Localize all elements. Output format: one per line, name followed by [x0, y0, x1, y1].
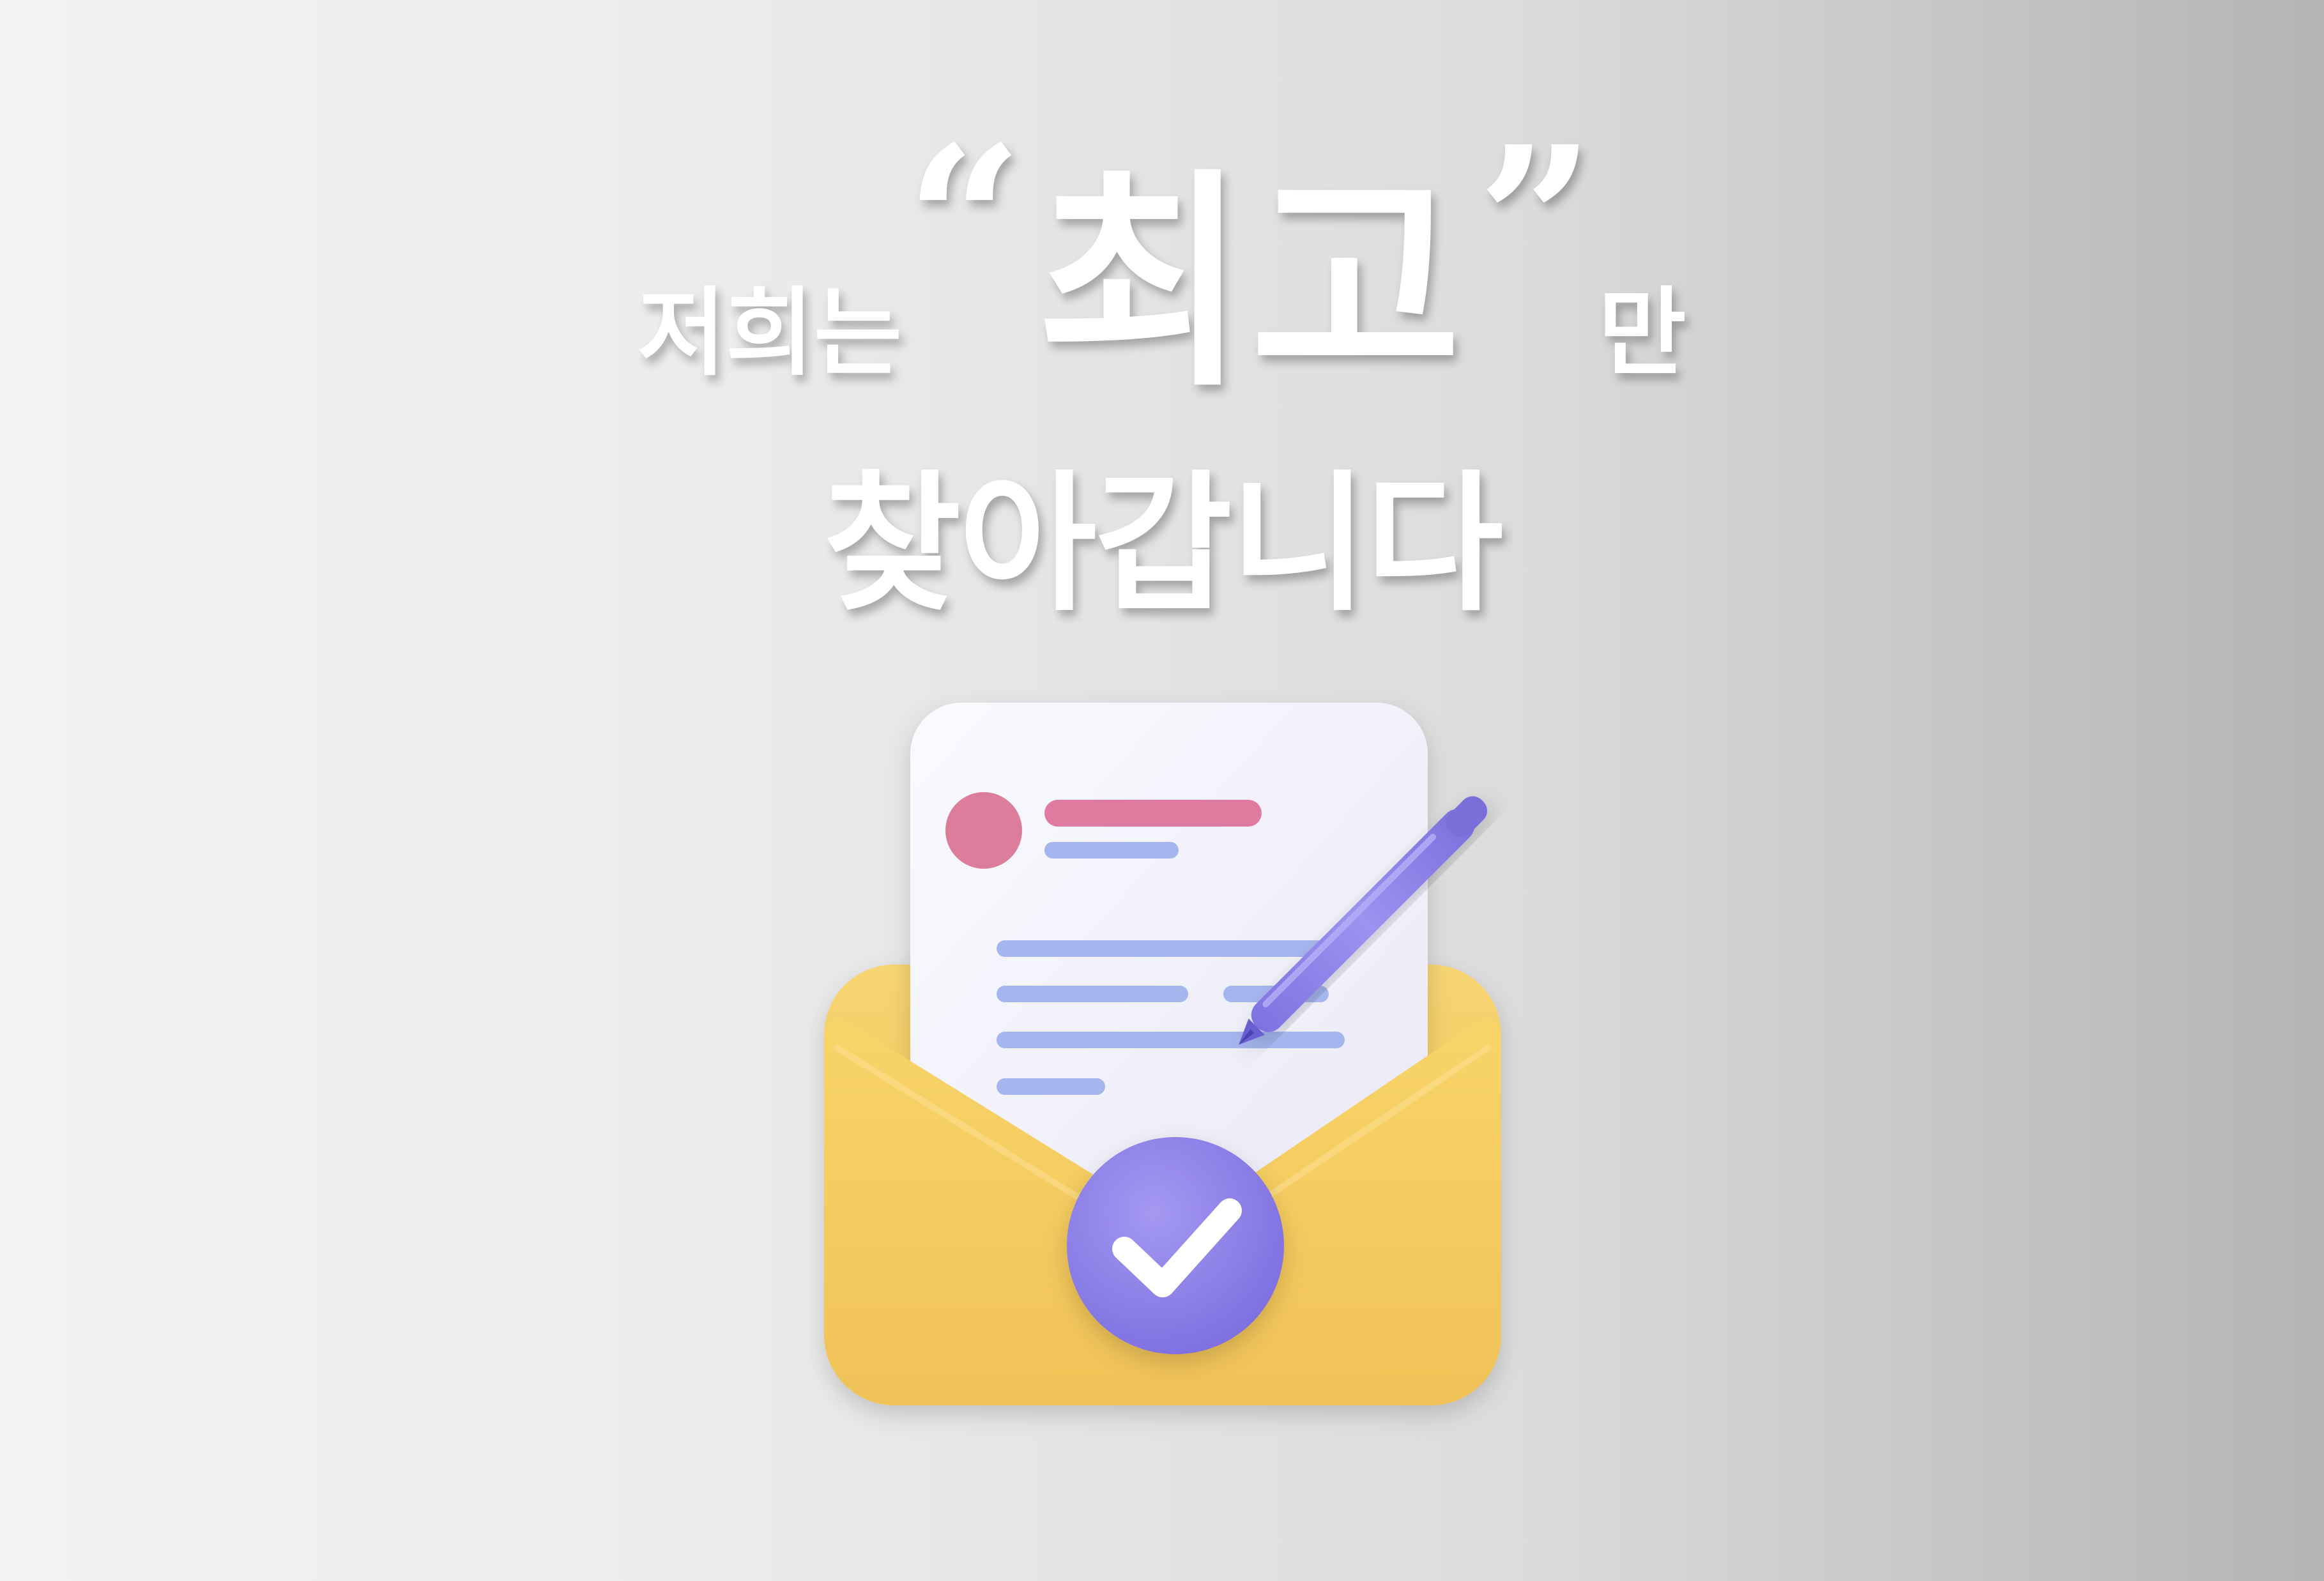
open-quote: “	[905, 102, 1023, 342]
document-text-line	[997, 940, 1329, 957]
headline-line-2: 찾아갑니다	[823, 457, 1504, 632]
document-text-line	[997, 1032, 1345, 1048]
document-text-line	[997, 1078, 1105, 1095]
document-subtitle-line	[1044, 842, 1179, 859]
headline-suffix: 만	[1598, 278, 1686, 389]
avatar-dot	[945, 792, 1022, 869]
illustration-svg	[824, 703, 1501, 1405]
envelope-document-pen-checkmark-icon	[799, 690, 1597, 1444]
check-badge	[1067, 1137, 1284, 1354]
headline-line-1: 저희는 “최고” 만	[0, 96, 2324, 417]
headline-prefix: 저희는	[638, 278, 903, 389]
document-text-line	[997, 986, 1188, 1002]
headline-emphasis: 최고	[1036, 149, 1465, 417]
close-quote: ”	[1477, 102, 1595, 342]
document-title-line	[1044, 800, 1262, 827]
